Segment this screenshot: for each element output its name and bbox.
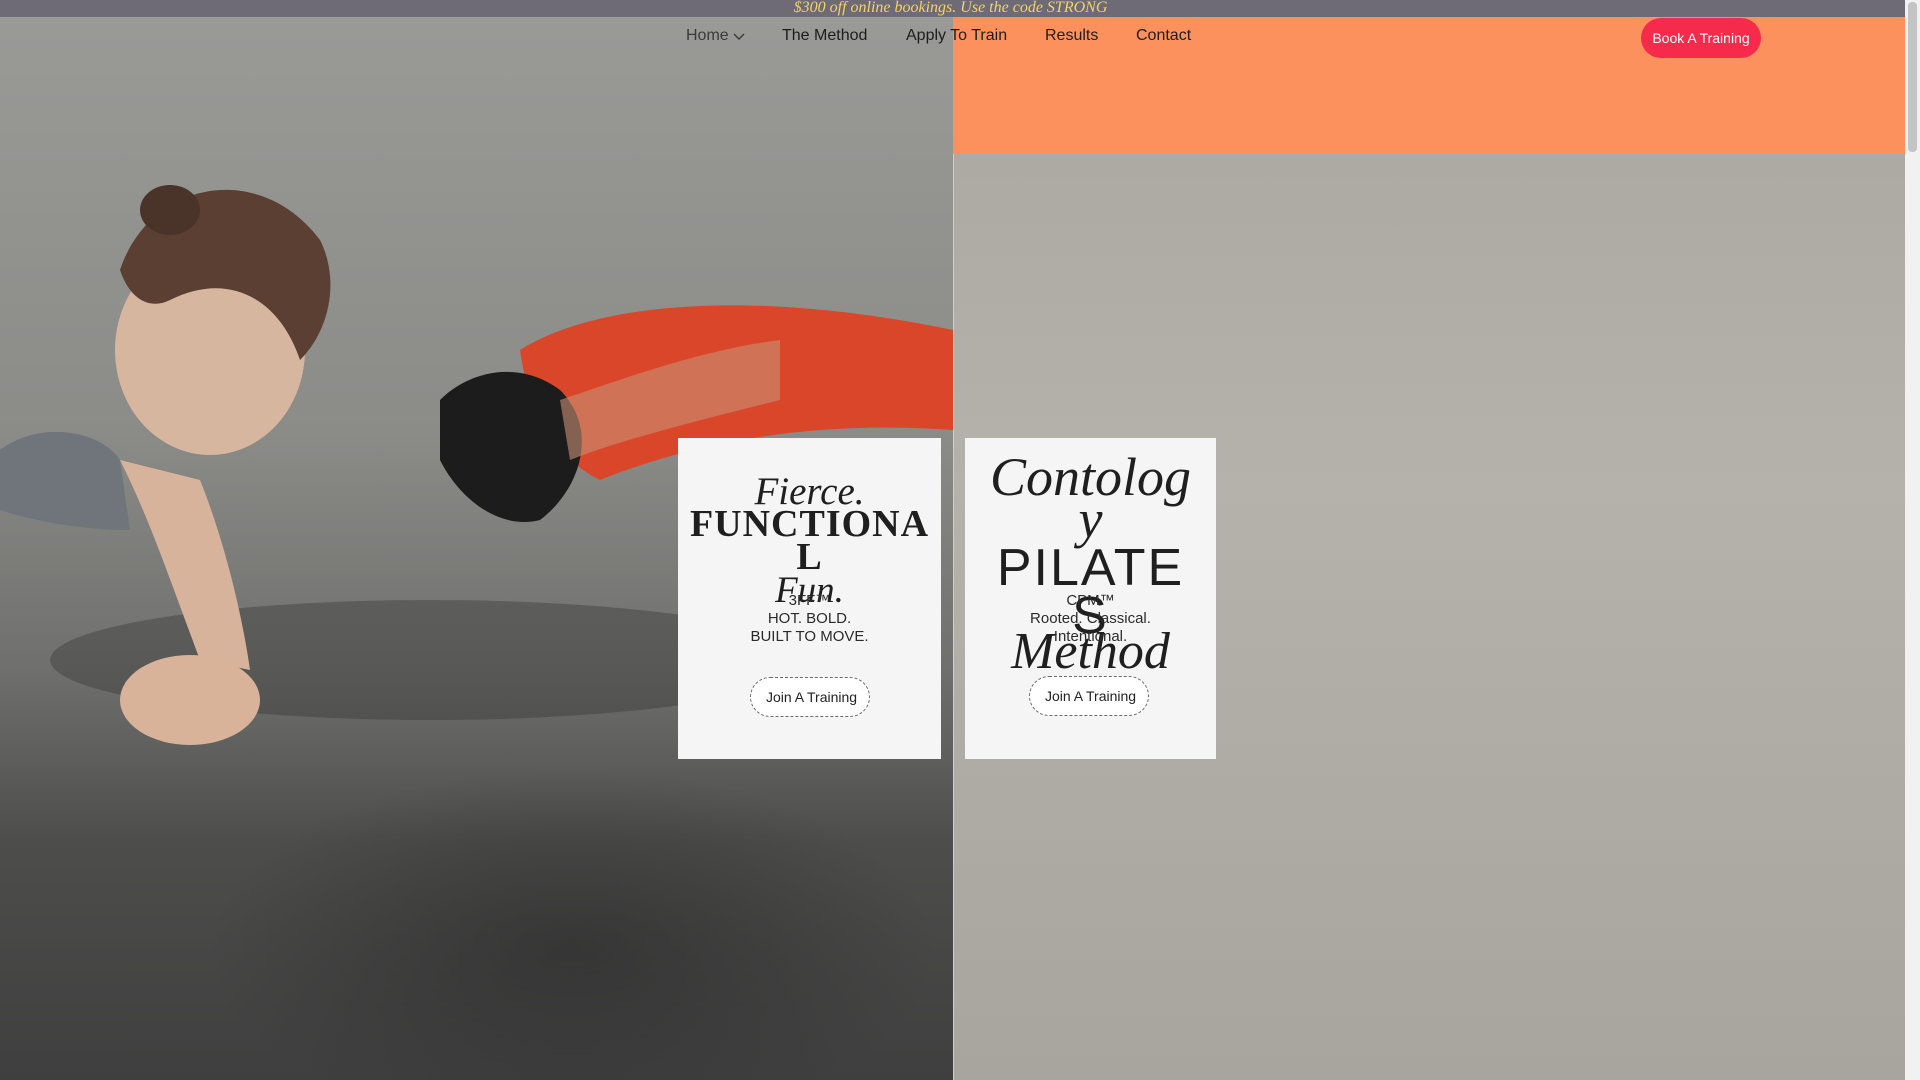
nav-item-the-method[interactable]: The Method xyxy=(782,27,867,45)
nav-item-home-label: Home xyxy=(686,27,729,44)
nav-item-results[interactable]: Results xyxy=(1045,27,1098,45)
card-tagline-2: BUILT TO MOVE. xyxy=(750,628,869,645)
join-a-training-button[interactable]: Join A Training xyxy=(1029,676,1149,716)
card-title-line1: Contology xyxy=(989,447,1192,549)
card-program-code: 3FF™ xyxy=(788,592,831,609)
promo-banner: $300 off online bookings. Use the code S… xyxy=(0,0,1905,17)
card-tagline: HOT. BOLD. xyxy=(767,610,852,627)
main-nav: Home The Method Apply To Train Results C… xyxy=(0,25,1905,51)
nav-item-home[interactable]: Home xyxy=(686,27,746,45)
accent-band xyxy=(953,0,1905,154)
program-card-cpm: Contology PILATES Method CPM™ Rooted. Cl… xyxy=(965,438,1216,759)
chevron-down-icon xyxy=(733,33,745,40)
promo-text: $300 off online bookings. Use the code S… xyxy=(793,0,1108,16)
nav-item-apply-to-train[interactable]: Apply To Train xyxy=(906,27,1007,45)
book-a-training-button[interactable]: Book A Training xyxy=(1641,18,1761,58)
scrollbar-thumb[interactable] xyxy=(1908,2,1917,152)
program-card-3ff: Fierce. FUNCTIONAL Fun. 3FF™ HOT. BOLD. … xyxy=(678,438,941,759)
nav-item-contact[interactable]: Contact xyxy=(1136,27,1191,45)
page-scrollbar[interactable] xyxy=(1905,0,1920,1080)
join-a-training-button[interactable]: Join A Training xyxy=(750,677,870,717)
card-program-code: CPM™ xyxy=(1066,592,1115,609)
card-tagline: Rooted. Classical. xyxy=(1030,610,1151,627)
card-tagline-2: Intentional. xyxy=(1053,628,1128,645)
card-title-line2: FUNCTIONAL xyxy=(689,503,930,578)
